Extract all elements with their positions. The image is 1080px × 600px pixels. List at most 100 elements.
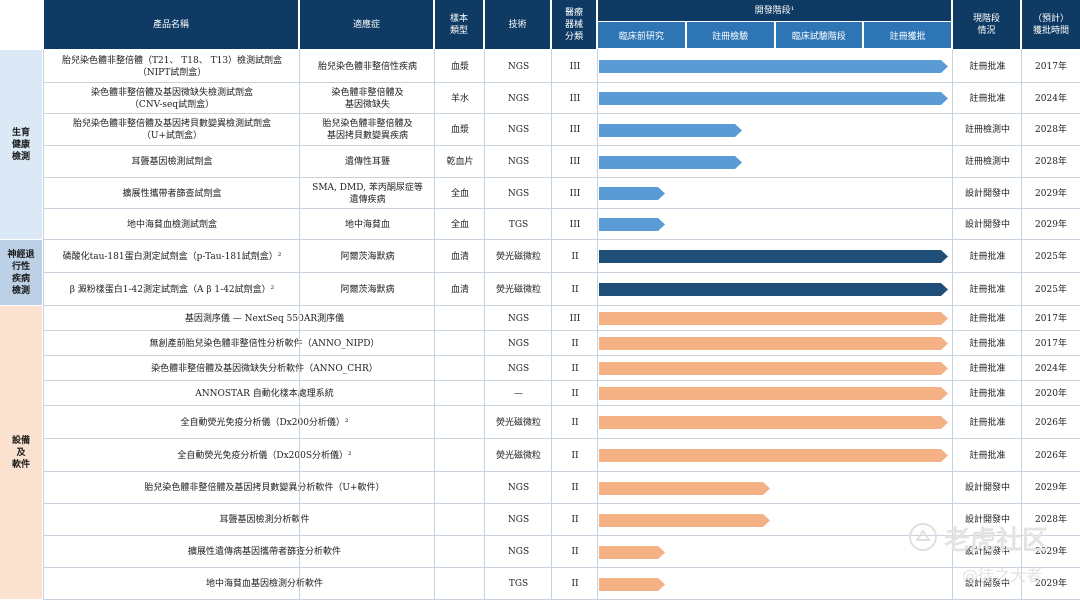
current-status: 註冊批准 — [969, 388, 1006, 399]
sample-type: 血清 — [450, 251, 469, 262]
header-product: 產品名稱 — [44, 0, 298, 49]
indication: 胎兒染色體非整倍性疾病 — [317, 61, 417, 72]
stage-header: 臨床前研究 — [598, 22, 685, 48]
approval-time: 2017年 — [1035, 61, 1067, 72]
product-name: 胎兒染色體非整倍體及基因拷貝數變異檢測試劑盒 （U+試劑盒） — [72, 119, 271, 141]
progress-bar — [599, 92, 948, 105]
product-name: 耳聾基因檢測分析軟件 — [219, 515, 310, 525]
technology: NGS — [507, 157, 530, 167]
product-name: 染色體非整倍體及基因微缺失檢測試劑盒 （CNV-seq試劑盒） — [90, 87, 253, 110]
header-indication: 適應症 — [300, 0, 433, 49]
progress-bar — [599, 513, 770, 527]
sample-type: 血漿 — [450, 125, 469, 135]
approval-time: 2017年 — [1035, 313, 1067, 324]
sample-type: 羊水 — [450, 93, 469, 104]
technology: 熒光磁微粒 — [495, 417, 541, 428]
progress-bar — [599, 283, 948, 296]
technology: NGS — [507, 515, 530, 525]
device-class: II — [571, 483, 579, 493]
progress-bar — [599, 337, 948, 350]
current-status: 設計開發中 — [964, 219, 1010, 230]
technology: 熒光磁微粒 — [495, 450, 541, 461]
approval-time: 2028年 — [1035, 125, 1067, 135]
device-class: III — [569, 93, 581, 104]
progress-bar — [599, 362, 948, 375]
sample-type: 血漿 — [450, 61, 469, 72]
technology: NGS — [507, 313, 530, 324]
indication: SMA, DMD, 苯丙酮尿症等 遺傳疾病 — [312, 182, 423, 205]
progress-bar — [599, 123, 742, 137]
progress-bar — [599, 545, 665, 559]
technology: TGS — [508, 219, 529, 230]
current-status: 註冊檢測中 — [964, 157, 1010, 167]
product-name: β 澱粉樣蛋白1-42測定試劑盒（A β 1-42試劑盒）² — [69, 284, 275, 295]
current-status: 註冊批准 — [969, 450, 1006, 461]
sample-type: 血清 — [450, 284, 469, 295]
approval-time: 2025年 — [1035, 284, 1067, 295]
technology: NGS — [507, 125, 530, 135]
approval-time: 2024年 — [1035, 93, 1067, 104]
device-class: II — [571, 417, 579, 428]
approval-time: 2029年 — [1035, 188, 1067, 199]
progress-bar — [599, 449, 948, 462]
progress-bar — [599, 416, 948, 429]
device-class: II — [571, 363, 579, 374]
product-name: 全自動熒光免疫分析儀（Dx200分析儀）² — [180, 417, 349, 428]
stage-header: 註冊獲批 — [864, 22, 951, 48]
technology: NGS — [507, 93, 530, 104]
approval-time: 2026年 — [1035, 417, 1067, 428]
product-name: 全自動熒光免疫分析儀（Dx200S分析儀）² — [177, 450, 352, 461]
header-technology: 技術 — [485, 0, 550, 49]
sample-type: 乾血片 — [446, 157, 474, 167]
sample-type: 全血 — [450, 219, 469, 230]
category-label: 設備 及 軟件 — [0, 306, 42, 599]
product-name: 耳聾基因檢測試劑盒 — [131, 157, 213, 167]
indication: 遺傳性耳聾 — [344, 157, 390, 167]
product-name: 地中海貧血檢測試劑盒 — [126, 219, 217, 230]
indication: 阿爾茨海默病 — [340, 251, 395, 262]
approval-time: 2029年 — [1035, 219, 1067, 230]
approval-time: 2026年 — [1035, 450, 1067, 461]
product-name: 擴展性遺傳病基因攜帶者篩查分析軟件 — [187, 547, 341, 557]
indication: 地中海貧血 — [344, 219, 390, 230]
current-status: 註冊批准 — [969, 284, 1006, 295]
watermark-user: @徒之大者 — [962, 566, 1043, 585]
header-sample-type: 樣本 類型 — [435, 0, 483, 49]
current-status: 註冊批准 — [969, 251, 1006, 262]
progress-bar — [599, 218, 665, 231]
indication: 染色體非整倍體及 基因微缺失 — [331, 87, 404, 110]
current-status: 設計開發中 — [964, 483, 1010, 493]
device-class: III — [569, 219, 581, 230]
header-device-class: 醫療 器械 分類 — [552, 0, 596, 49]
product-name: 擴展性攜帶者篩查試劑盒 — [122, 188, 222, 199]
technology: NGS — [507, 338, 530, 349]
current-status: 註冊批准 — [969, 313, 1006, 324]
product-name: 地中海貧血基因檢測分析軟件 — [205, 579, 323, 589]
technology: NGS — [507, 547, 530, 557]
current-status: 設計開發中 — [964, 188, 1010, 199]
column-divider — [43, 49, 44, 600]
stage-header: 臨床試驗階段 — [775, 22, 863, 48]
progress-bar — [599, 481, 770, 495]
technology: 熒光磁微粒 — [495, 251, 541, 262]
device-class: II — [571, 284, 579, 295]
current-status: 註冊批准 — [969, 338, 1006, 349]
header-approval-time: （預計） 獲批時間 — [1022, 0, 1080, 49]
technology: NGS — [507, 61, 530, 72]
column-divider — [299, 49, 300, 600]
header-dev-stage: 開發階段¹ — [598, 0, 951, 21]
current-status: 註冊批准 — [969, 61, 1006, 72]
approval-time: 2029年 — [1035, 483, 1067, 493]
device-class: III — [569, 157, 581, 167]
approval-time: 2020年 — [1035, 388, 1067, 399]
progress-bar — [599, 312, 948, 325]
product-name: 基因測序儀 — NextSeq 550AR測序儀 — [184, 313, 345, 324]
progress-bar — [599, 60, 948, 73]
category-label: 生育 健康 檢測 — [0, 50, 42, 239]
stage-header: 註冊檢驗 — [686, 22, 774, 48]
watermark-logo-icon — [908, 522, 938, 556]
product-name: ANNOSTAR 自動化樣本處理系統 — [195, 388, 334, 399]
column-divider — [597, 49, 598, 600]
indication: 阿爾茨海默病 — [340, 284, 395, 295]
column-divider — [952, 49, 953, 600]
